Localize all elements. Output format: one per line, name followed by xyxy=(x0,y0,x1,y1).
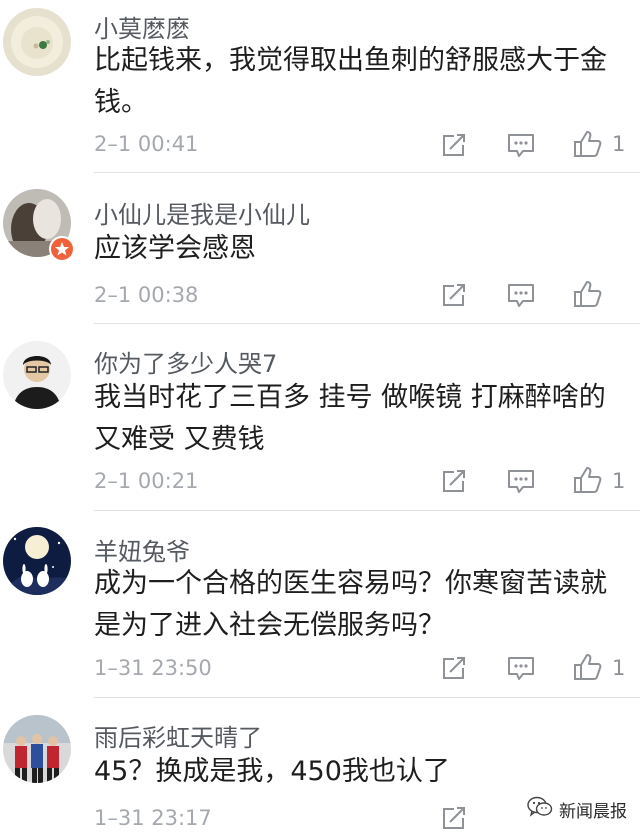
share-icon[interactable] xyxy=(438,279,470,311)
divider xyxy=(94,510,640,511)
timestamp: 2–1 00:41 xyxy=(94,132,199,156)
avatar[interactable] xyxy=(3,8,71,76)
timestamp: 1–31 23:17 xyxy=(94,806,212,830)
thumbs-up-icon[interactable] xyxy=(572,651,604,683)
divider xyxy=(94,172,640,173)
comment-text: 应该学会感恩 xyxy=(94,233,256,264)
divider xyxy=(94,323,640,324)
share-icon[interactable] xyxy=(438,802,470,834)
wechat-icon xyxy=(527,796,553,822)
avatar[interactable] xyxy=(3,341,71,409)
reply-icon[interactable] xyxy=(505,279,537,311)
thumbs-up-icon[interactable] xyxy=(572,128,604,160)
like-count: 1 xyxy=(612,469,626,493)
divider xyxy=(94,697,640,698)
share-icon[interactable] xyxy=(438,129,470,161)
watermark-text: 新闻晨报 xyxy=(559,801,627,822)
vip-badge xyxy=(49,236,75,262)
username[interactable]: 小莫麽麽 xyxy=(94,9,190,44)
username[interactable]: 雨后彩虹天晴了 xyxy=(94,718,262,753)
thumbs-up-icon[interactable] xyxy=(572,464,604,496)
username[interactable]: 小仙儿是我是小仙儿 xyxy=(94,195,310,230)
comment-text: 我当时花了三百多 挂号 做喉镜 打麻醉啥的 又难受 又费钱 xyxy=(94,377,614,461)
share-icon[interactable] xyxy=(438,465,470,497)
comment-text: 比起钱来，我觉得取出鱼刺的舒服感大于金钱。 xyxy=(94,45,607,118)
comment-text: 45？换成是我，450我也认了 xyxy=(94,756,450,787)
comment-text: 成为一个合格的医生容易吗？你寒窗苦读就是为了进入社会无偿服务吗？ xyxy=(94,568,607,641)
timestamp: 2–1 00:38 xyxy=(94,283,199,307)
username[interactable]: 羊妞兔爷 xyxy=(94,532,190,567)
comment-text-line: 我当时花了三百多 挂号 做喉镜 打麻醉啥的 xyxy=(94,382,606,413)
reply-icon[interactable] xyxy=(505,652,537,684)
username[interactable]: 你为了多少人哭7 xyxy=(94,344,277,379)
timestamp: 1–31 23:50 xyxy=(94,656,212,680)
watermark: 新闻晨报 xyxy=(527,795,627,823)
thumbs-up-icon[interactable] xyxy=(572,278,604,310)
comment-text-line: 又难受 又费钱 xyxy=(94,424,265,455)
reply-icon[interactable] xyxy=(505,465,537,497)
like-count: 1 xyxy=(612,132,626,156)
share-icon[interactable] xyxy=(438,652,470,684)
avatar[interactable] xyxy=(3,527,71,595)
reply-icon[interactable] xyxy=(505,129,537,161)
timestamp: 2–1 00:21 xyxy=(94,469,199,493)
like-count: 1 xyxy=(612,656,626,680)
avatar[interactable] xyxy=(3,715,71,783)
